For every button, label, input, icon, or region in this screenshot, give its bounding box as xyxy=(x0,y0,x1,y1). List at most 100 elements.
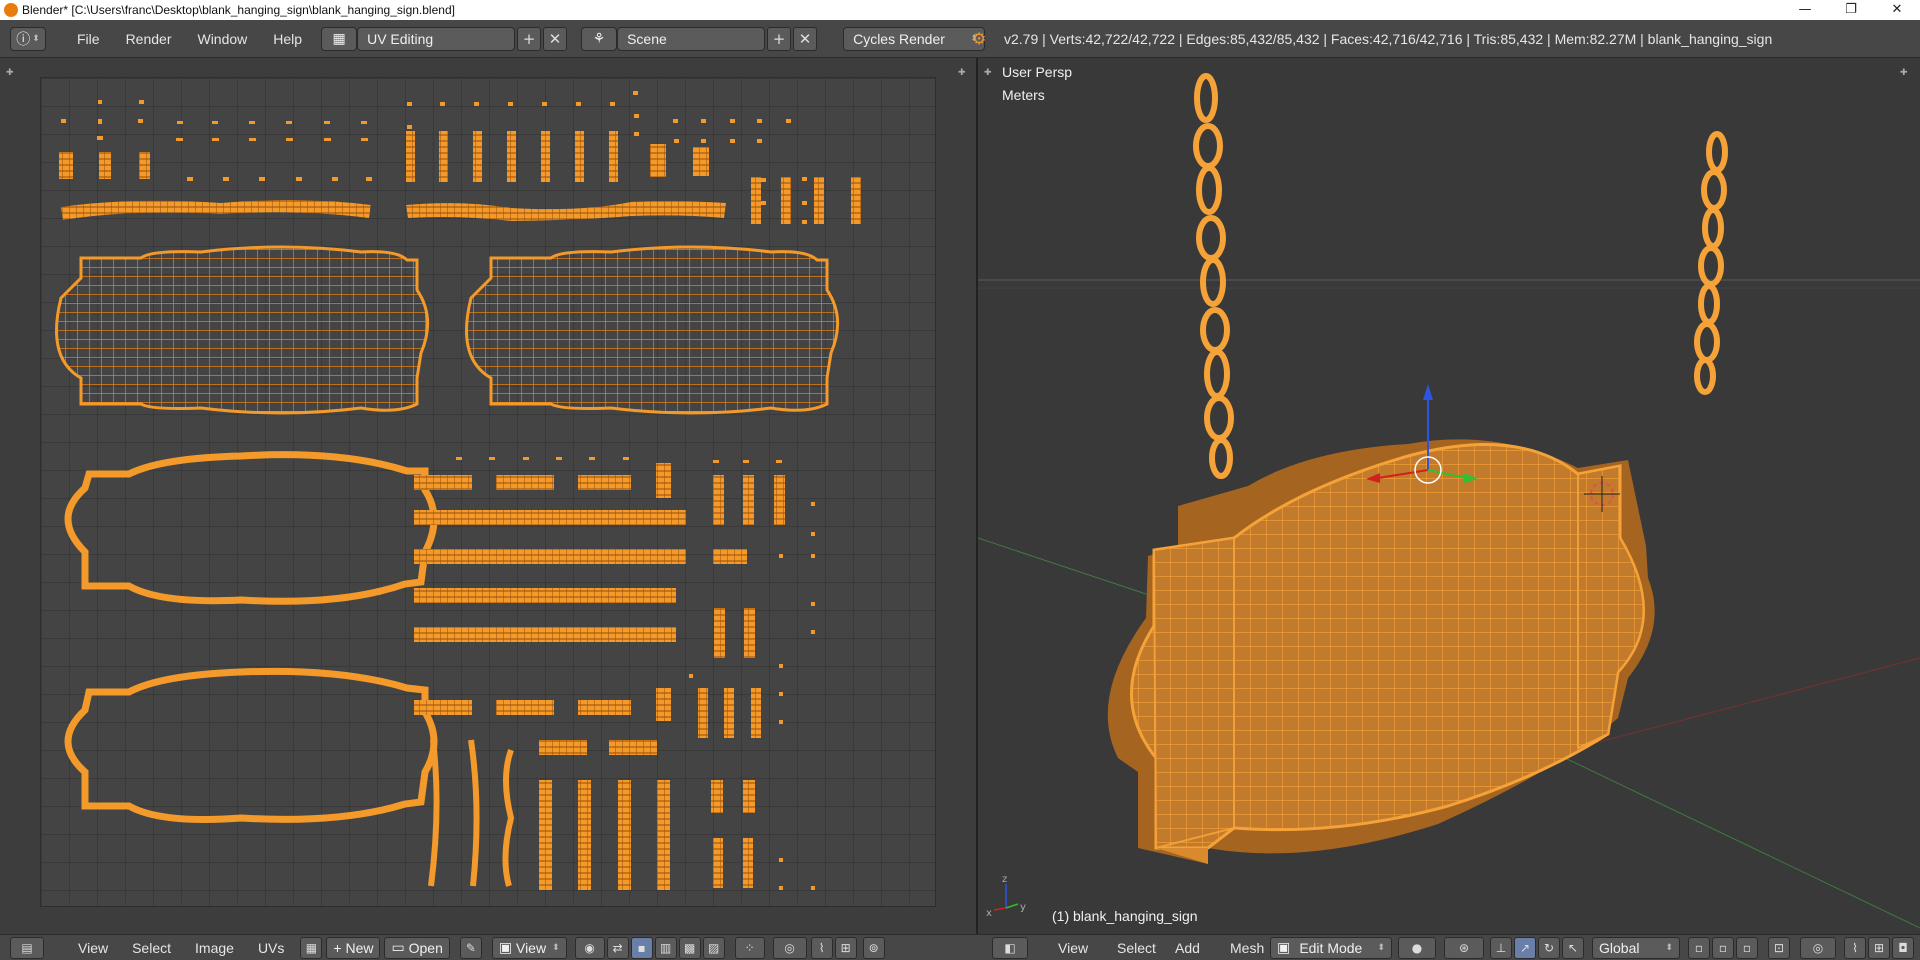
vertex-icon: ▪ xyxy=(637,940,646,955)
vertex-select-button[interactable]: ▪ xyxy=(630,936,653,959)
uv-sign-back-face xyxy=(465,245,840,415)
render-engine-dropdown[interactable]: Cycles Render ⬍ xyxy=(843,26,986,51)
window-titlebar: Blender* [C:\Users\franc\Desktop\blank_h… xyxy=(0,0,1920,20)
3d-menu-select[interactable]: Select xyxy=(1105,940,1168,956)
uv-sync-button[interactable]: ⇄ xyxy=(606,936,629,959)
uv-menu-image[interactable]: Image xyxy=(183,940,246,956)
blender-logo-icon xyxy=(4,3,18,17)
viewport-scene: z x y (1) blank_hanging_sign xyxy=(978,73,1920,929)
menu-window[interactable]: Window xyxy=(184,31,260,47)
arrow-icon: ↗ xyxy=(1519,940,1531,955)
uv-menu-uvs[interactable]: UVs xyxy=(246,940,296,956)
delete-screen-button[interactable]: ✕ xyxy=(543,26,568,51)
image-editor-icon: ▤ xyxy=(21,940,33,955)
editor-footers: ▤ View Select Image UVs ▦ + New ▭ Open ✎… xyxy=(0,934,1920,960)
x-icon: ✕ xyxy=(548,29,562,48)
uv-long-strip xyxy=(406,201,726,221)
add-screen-button[interactable]: + xyxy=(517,26,542,51)
new-image-button[interactable]: + New xyxy=(326,936,381,959)
face-select-button[interactable]: ▩ xyxy=(678,936,701,959)
3d-viewport[interactable]: User Persp Meters ✚ ✚ z x y (1) blank_ha… xyxy=(978,58,1920,934)
scene-icon-button[interactable]: ⚘ xyxy=(581,26,618,51)
screen-layout-icon-button[interactable]: ▦ xyxy=(321,26,358,51)
island-icon: ▨ xyxy=(707,940,720,955)
layer-button-2[interactable]: ▫ xyxy=(1712,936,1734,959)
axis-y-label: y xyxy=(1020,902,1026,913)
3d-menu-add[interactable]: Add xyxy=(1163,940,1212,956)
uv-sign-rim-top xyxy=(64,451,438,605)
window-controls: — ❐ ✕ xyxy=(1782,0,1920,20)
uv-image-editor[interactable]: ✚ ✚ xyxy=(0,58,976,934)
edit-mode-icon: ▣ xyxy=(1277,939,1291,955)
scene-icon: ⚘ xyxy=(592,30,606,46)
translate-manipulator-button[interactable]: ↗ xyxy=(1514,936,1536,959)
scene-field[interactable]: Scene xyxy=(617,26,766,51)
3d-menu-mesh[interactable]: Mesh xyxy=(1218,940,1276,956)
layer-button-1[interactable]: ▫ xyxy=(1688,936,1710,959)
open-image-button[interactable]: ▭ Open xyxy=(384,936,450,959)
close-button[interactable]: ✕ xyxy=(1874,0,1920,20)
menu-render[interactable]: Render xyxy=(113,31,185,47)
chain-left xyxy=(1193,73,1234,479)
vertex-mode-icon: ▫ xyxy=(1694,940,1704,955)
pivot-icon: ⊛ xyxy=(1458,940,1470,955)
magnet-icon: ⌇ xyxy=(1852,940,1858,955)
manipulator-toggle-button[interactable]: ⊥ xyxy=(1490,936,1512,959)
proportional-edit-button[interactable]: ◎ xyxy=(772,936,807,959)
editor-type-info-button[interactable]: ⓘ ⬍ xyxy=(10,26,46,51)
render-preview-button[interactable]: ◘ xyxy=(1892,936,1914,959)
cube-icon: ◧ xyxy=(1004,940,1016,955)
edge-select-button[interactable]: ▥ xyxy=(654,936,677,959)
menu-help[interactable]: Help xyxy=(260,31,315,47)
scale-icon: ↖ xyxy=(1567,940,1579,955)
scale-manipulator-button[interactable]: ↖ xyxy=(1562,936,1584,959)
area-corner-icon[interactable]: ✚ xyxy=(6,68,14,78)
limit-selection-button[interactable]: ⊡ xyxy=(1768,936,1790,959)
edge-icon: ▥ xyxy=(659,940,672,955)
3d-proportional-edit-button[interactable]: ◎ xyxy=(1800,936,1836,959)
3d-snap-target-button[interactable]: ⊞ xyxy=(1868,936,1890,959)
add-scene-button[interactable]: + xyxy=(767,26,792,51)
active-object-label: (1) blank_hanging_sign xyxy=(1052,908,1198,924)
3d-editor-type-button[interactable]: ◧ xyxy=(992,936,1028,959)
chain-right xyxy=(1694,131,1728,395)
snap-button[interactable]: ⌇ xyxy=(810,936,833,959)
image-browse-button[interactable]: ▦ xyxy=(300,936,323,959)
delete-scene-button[interactable]: ✕ xyxy=(793,26,818,51)
rotate-manipulator-button[interactable]: ↻ xyxy=(1538,936,1560,959)
area-corner-icon[interactable]: ✚ xyxy=(958,68,966,78)
viewport-shading-button[interactable]: ● xyxy=(1398,936,1436,959)
maximize-button[interactable]: ❐ xyxy=(1828,0,1874,20)
sticky-select-button[interactable]: ⁘ xyxy=(734,936,765,959)
face-icon: ▩ xyxy=(683,940,696,955)
uv-grid[interactable] xyxy=(40,77,936,907)
proportional-icon: ◎ xyxy=(1812,940,1824,955)
mode-dropdown[interactable]: ▣ Edit Mode ⬍ xyxy=(1270,936,1392,959)
uv-chain-strips xyxy=(428,739,515,887)
shading-sphere-icon: ● xyxy=(1411,940,1423,955)
uv-extra-button[interactable]: ⊚ xyxy=(862,936,885,959)
uv-editor-type-button[interactable]: ▤ xyxy=(10,936,44,959)
pin-button[interactable]: ✎ xyxy=(459,936,482,959)
layer-button-3[interactable]: ▫ xyxy=(1736,936,1758,959)
axis-x-label: x xyxy=(986,908,992,919)
uv-view-mode-dropdown[interactable]: ▣ View ⬍ xyxy=(491,936,567,959)
pivot-button[interactable]: ◉ xyxy=(574,936,605,959)
3d-menu-view[interactable]: View xyxy=(1046,940,1100,956)
pivot-point-button[interactable]: ⊛ xyxy=(1444,936,1484,959)
hanging-sign-mesh xyxy=(1107,439,1655,864)
image-icon: ▦ xyxy=(305,940,318,955)
plus-icon: + xyxy=(522,29,536,48)
uv-menu-view[interactable]: View xyxy=(66,940,120,956)
minimize-button[interactable]: — xyxy=(1782,0,1828,20)
uv-menu-select[interactable]: Select xyxy=(120,940,183,956)
3d-snap-button[interactable]: ⌇ xyxy=(1844,936,1866,959)
window-title: Blender* [C:\Users\franc\Desktop\blank_h… xyxy=(22,3,455,17)
transform-orientation-dropdown[interactable]: Global ⬍ xyxy=(1592,936,1680,959)
snap-target-button[interactable]: ⊞ xyxy=(834,936,857,959)
face-mode-icon: ▫ xyxy=(1742,940,1752,955)
island-select-button[interactable]: ▨ xyxy=(702,936,725,959)
screen-layout-field[interactable]: UV Editing xyxy=(357,26,516,51)
menu-file[interactable]: File xyxy=(64,31,113,47)
proportional-icon: ◎ xyxy=(784,940,795,955)
